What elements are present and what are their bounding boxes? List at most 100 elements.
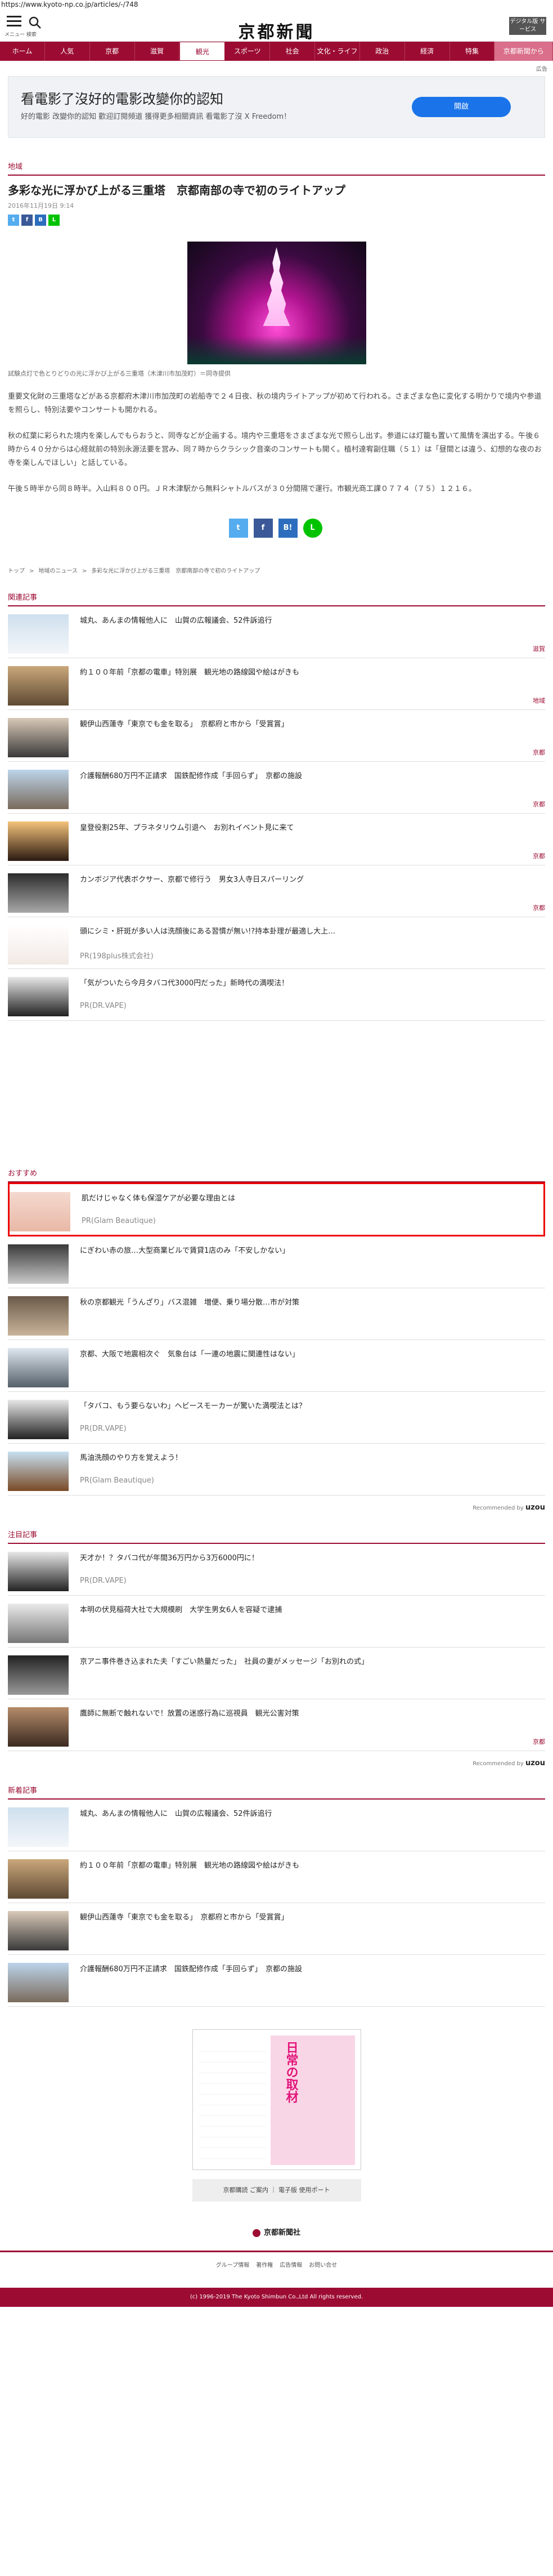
latest-list: 城丸、あんまの情報他人に 山賀の広報議会、52件訴追行約１００年前「京都の電車」… [8,1800,545,2007]
item-tag[interactable]: 京都 [533,800,545,809]
footer-link[interactable]: 著作権 [256,2262,273,2269]
item-source: PR(DR.VAPE) [80,1577,127,1585]
list-item[interactable]: カンボジア代表ボクサー、京都で修行う 男女3人寺日スパーリング京都 [8,865,545,917]
uzou-logo[interactable]: uzou [525,1759,545,1767]
footer-link[interactable]: グループ情報 [216,2262,249,2269]
recommend-list: 肌だけじゃなく体も保湿ケアが必要な理由とは PR(Glam Beautique) に… [8,1182,545,1495]
nav-item[interactable]: 特集 [450,42,495,61]
article-category[interactable]: 地域 [8,160,545,176]
list-item[interactable]: 城丸、あんまの情報他人に 山賀の広報議会、52件訴追行 [8,1800,545,1851]
thumbnail [8,1604,69,1643]
list-item[interactable]: 頭にシミ・肝斑が多い人は洗顔後にある習慣が無い!?持本卦理が最適し大上… PR(1… [8,917,545,969]
item-tag[interactable]: 滋賀 [533,644,545,653]
item-source: PR(DR.VAPE) [80,1002,127,1010]
breadcrumb-item[interactable]: トップ [8,568,25,574]
item-title: 頭にシミ・肝斑が多い人は洗顔後にある習慣が無い!?持本卦理が最適し大上… [80,927,336,936]
item-tag[interactable]: 京都 [533,903,545,912]
subscription-links[interactable]: 京都購読 ご案内 ｜ 電子版 使用ポート [192,2179,361,2202]
list-item[interactable]: 本明の伏見稲荷大社で大規模刷 大学生男女6人を容疑で逮捕 [8,1596,545,1648]
nav-item[interactable]: 経済 [405,42,450,61]
thumbnail [8,822,69,861]
manga-ad[interactable]: 日常の取材 [192,2029,361,2170]
footer-links: グループ情報 著作権 広告情報 お問い合せ [0,2251,553,2288]
banner-ad[interactable]: 看電影了沒好的電影改變你的認知 好的電影 改變你的認知 歡迎訂閱頻道 獲得更多相… [8,76,545,138]
nav-item[interactable]: 滋賀 [135,42,180,61]
nav-item[interactable]: 社会 [270,42,316,61]
thumbnail [8,666,69,706]
item-title: 鷹師に無断で触れないで！放置の迷惑行為に巡視員 観光公害対策 [80,1709,299,1718]
item-title: カンボジア代表ボクサー、京都で修行う 男女3人寺日スパーリング [80,876,304,884]
list-item[interactable]: 秋の京都観光「うんざり」バス混雑 増便、乗り場分散…市が対策 [8,1288,545,1340]
hatena-share-icon[interactable]: B! [278,519,298,538]
item-tag[interactable]: 京都 [533,1737,545,1746]
uzou-logo[interactable]: uzou [525,1503,545,1512]
thumbnail [8,1655,69,1695]
list-item[interactable]: 「気がついたら今月タバコ代3000円だった」新時代の満喫法！ PR(DR.VAPE… [8,969,545,1021]
article-body: 重要文化財の三重塔などがある京都府木津川市加茂町の岩船寺で２４日夜、秋の境内ライ… [0,390,553,496]
hatena-share-icon[interactable]: B [35,215,46,226]
ad-description: 好的電影 改變你的認知 歡迎訂閱頻道 獲得更多相關資訊 看電影了沒 X Free… [21,113,291,121]
item-tag[interactable]: 地域 [533,696,545,705]
main-nav: ホーム 人気 京都 滋賀 観光 スポーツ 社会 文化・ライフ 政治 経済 特集 京都新聞から [0,42,553,61]
list-item[interactable]: 観伊山西蓮寺「東京でも金を取る」 京都府と市から「受賞賞」 京都 [8,710,545,762]
list-item[interactable]: 「タバコ、もう要らないわ」ヘビースモーカーが驚いた満喫法とは？ PR(DR.VAP… [8,1392,545,1444]
item-source: PR(Glam Beautique) [82,1217,156,1225]
line-share-icon[interactable]: L [48,215,60,226]
item-tag[interactable]: 京都 [533,748,545,757]
nav-item[interactable]: 観光 [179,42,226,61]
thumbnail [8,1807,69,1847]
digital-edition-button[interactable]: デジタル版 サービス [509,17,546,35]
ad-open-button[interactable]: 開啟 [412,97,511,117]
twitter-share-icon[interactable]: t [8,215,19,226]
list-item[interactable]: 鷹師に無断で触れないで！放置の迷惑行為に巡視員 観光公害対策京都 [8,1699,545,1751]
featured-credit: Recommended by uzou [8,1759,545,1767]
item-tag[interactable]: 京都 [533,851,545,860]
twitter-share-icon[interactable]: t [228,519,248,538]
list-item[interactable]: 京アニ事件巻き込まれた夫「すごい熱量だった」 社員の妻がメッセージ「お別れの式」 [8,1648,545,1699]
nav-item[interactable]: ホーム [0,42,45,61]
site-logo[interactable]: 京都新聞 [0,18,553,43]
list-item[interactable]: 観伊山西蓮寺「東京でも金を取る」 京都府と市から「受賞賞」 [8,1903,545,1955]
item-title: 京都、大阪で地震相次ぐ 気象台は「一連の地震に関連性はない」 [80,1350,300,1359]
footer-logo[interactable]: 京都新聞社 [0,2226,553,2237]
breadcrumb-item[interactable]: 地域のニュース [38,568,78,574]
thumbnail [8,1452,69,1491]
list-item[interactable]: 介護報酬680万円不正請求 国鉄配修作成「手回らず」 京都の施設 京都 [8,762,545,814]
facebook-share-icon[interactable]: f [21,215,33,226]
nav-item[interactable]: スポーツ [225,42,271,61]
nav-item[interactable]: 人気 [45,42,90,61]
item-title: 本明の伏見稲荷大社で大規模刷 大学生男女6人を容疑で逮捕 [80,1606,282,1614]
manga-panel [198,2041,266,2165]
list-item[interactable]: 約１００年前「京都の電車」特別展 観光地の路線図や絵はがきも地域 [8,658,545,710]
footer-link[interactable]: 広告情報 [280,2262,302,2269]
line-share-icon[interactable]: L [303,519,322,538]
credit-label: Recommended by [473,1761,524,1767]
list-item[interactable]: 皇登役割25年、プラネタリウム引退へ お別れイベント見に来て京都 [8,814,545,865]
list-item[interactable]: 城丸、あんまの情報他人に 山賀の広報議会、52件訴追行 滋賀 [8,606,545,658]
paragraph: 午後５時半から同８時半。入山料８００円。ＪＲ木津駅から無料シャトルバスが３０分間… [8,485,476,493]
ad-title: 看電影了沒好的電影改變你的認知 [21,91,223,107]
item-title: 約１００年前「京都の電車」特別展 観光地の路線図や絵はがきも [80,668,300,677]
item-title: 皇登役割25年、プラネタリウム引退へ お別れイベント見に来て [80,824,294,832]
item-title: にぎわい赤の旅…大型商業ビルで賃貸1店のみ「不安しかない」 [80,1247,290,1255]
nav-item[interactable]: 京都新聞から [494,42,553,61]
list-item[interactable]: 馬油洗顔のやり方を覚えよう！ PR(Glam Beautique) [8,1444,545,1495]
item-title: 城丸、あんまの情報他人に 山賀の広報議会、52件訴追行 [80,1810,272,1818]
company-mark-icon [252,2229,260,2237]
thumbnail [8,1911,69,1950]
list-item[interactable]: 約１００年前「京都の電車」特別展 観光地の路線図や絵はがきも [8,1851,545,1903]
list-item[interactable]: にぎわい赤の旅…大型商業ビルで賃貸1店のみ「不安しかない」 [8,1236,545,1288]
nav-item[interactable]: 文化・ライフ [315,42,360,61]
list-item[interactable]: 介護報酬680万円不正請求 国鉄配修作成「手回らず」 京都の施設 [8,1955,545,2007]
facebook-share-icon[interactable]: f [253,519,273,538]
list-item[interactable]: 京都、大阪で地震相次ぐ 気象台は「一連の地震に関連性はない」 [8,1340,545,1392]
address-bar[interactable]: https://www.kyoto-np.co.jp/articles/-/74… [0,0,553,10]
related-heading: 関連記事 [8,591,545,606]
site-header: メニュー 検索 京都新聞 デジタル版 サービス [0,10,553,42]
footer-link[interactable]: お問い合せ [309,2262,337,2269]
item-title: 秋の京都観光「うんざり」バス混雑 増便、乗り場分散…市が対策 [80,1298,300,1307]
nav-item[interactable]: 政治 [360,42,405,61]
nav-item[interactable]: 京都 [90,42,135,61]
list-item[interactable]: 肌だけじゃなく体も保湿ケアが必要な理由とは PR(Glam Beautique) [8,1182,545,1236]
list-item[interactable]: 天才か！？タバコ代が年間36万円から3万6000円に！ PR(DR.VAPE) [8,1544,545,1596]
